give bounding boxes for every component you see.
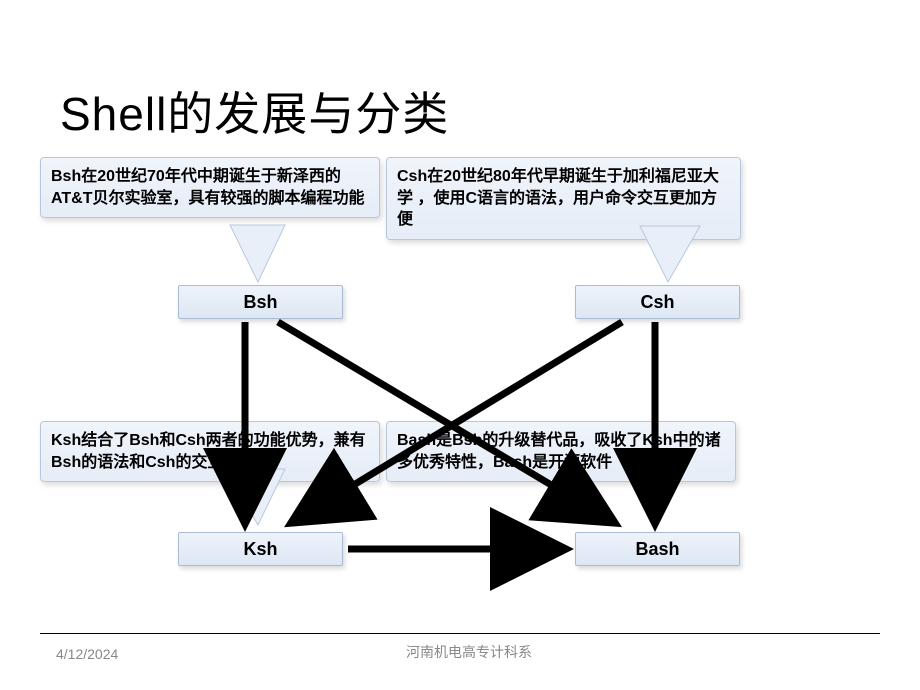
footer-org: 河南机电高专计科系 [406, 642, 532, 662]
callout-bsh: Bsh在20世纪70年代中期诞生于新泽西的AT&T贝尔实验室，具有较强的脚本编程… [40, 157, 380, 218]
callout-csh: Csh在20世纪80年代早期诞生于加利福尼亚大学 ，使用C语言的语法，用户命令交… [386, 157, 741, 240]
footer-divider [40, 633, 880, 634]
node-csh: Csh [575, 285, 740, 319]
callout-bash: Bash是Bsh的升级替代品，吸收了Ksh中的诸多优秀特性，Bash是开源软件 [386, 421, 736, 482]
node-bash: Bash [575, 532, 740, 566]
footer-date: 4/12/2024 [56, 646, 118, 662]
slide-title: Shell的发展与分类 [60, 78, 449, 144]
node-ksh: Ksh [178, 532, 343, 566]
node-bsh: Bsh [178, 285, 343, 319]
callout-ksh: Ksh结合了Bsh和Csh两者的功能优势，兼有Bsh的语法和Csh的交互特性 [40, 421, 380, 482]
